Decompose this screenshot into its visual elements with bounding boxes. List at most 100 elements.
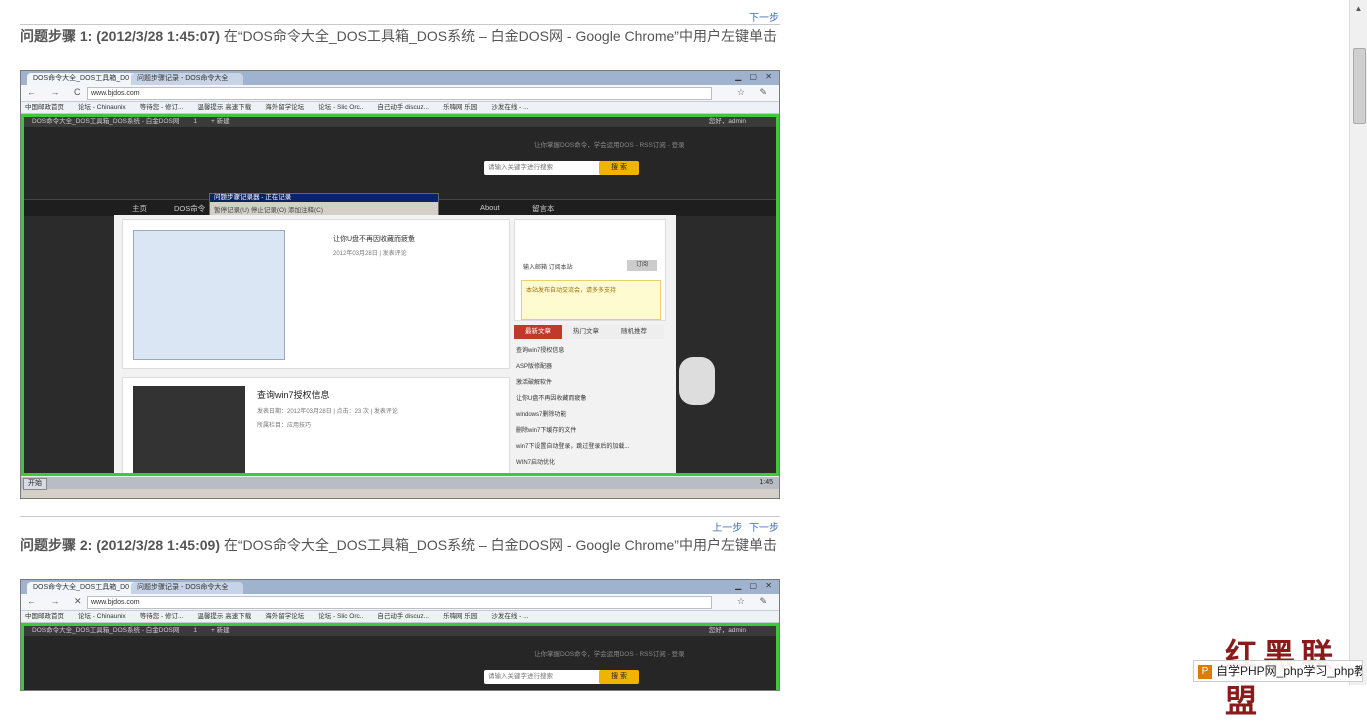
step-2-screenshot[interactable]: DOS命令大全_DOS工具箱_D0 × 问题步骤记录 - DOS命令大全 ▁ ▢… bbox=[20, 579, 780, 691]
step-2-title: 问题步骤 2: (2012/3/28 1:45:09) 在“DOS命令大全_DO… bbox=[20, 536, 782, 555]
url-field[interactable]: www.bjdos.com bbox=[87, 596, 712, 609]
scroll-up-icon[interactable]: ▲ bbox=[1352, 2, 1365, 15]
bookmark-item[interactable]: 海外留学论坛 bbox=[265, 613, 304, 620]
subscribe-label: 输入邮箱 订阅本站 bbox=[523, 265, 573, 271]
bookmark-item[interactable]: 等待您 - 修订... bbox=[140, 104, 184, 111]
menu-guestbook[interactable]: 留言本 bbox=[532, 203, 555, 214]
bookmark-item[interactable]: 海外留学论坛 bbox=[265, 104, 304, 111]
list-item[interactable]: ASP版修配器 bbox=[516, 359, 662, 375]
separator-1 bbox=[20, 24, 780, 25]
browser-tab-active[interactable]: DOS命令大全_DOS工具箱_D0 × bbox=[27, 582, 139, 594]
list-item[interactable]: 让你U盘不再因收藏而疲惫 bbox=[516, 391, 662, 407]
sidebar-tabs: 最新文章 热门文章 随机推荐 bbox=[514, 325, 664, 339]
post-card-1: 让你U盘不再因收藏而疲惫 2012年03月28日 | 发表评论 bbox=[122, 219, 510, 369]
site-content: 让你U盘不再因收藏而疲惫 2012年03月28日 | 发表评论 查询win7授权… bbox=[114, 215, 676, 473]
recorder-title: 问题步骤记录器 - 正在记录 bbox=[210, 194, 438, 202]
bookmark-item[interactable]: 乐嗨网 乐园 bbox=[443, 613, 477, 620]
php-site-badge[interactable]: P 自学PHP网_php学习_php教程 bbox=[1193, 660, 1363, 682]
vertical-scrollbar[interactable]: ▲ ▼ bbox=[1349, 0, 1367, 685]
list-item[interactable]: windows7删除功能 bbox=[516, 407, 662, 423]
browser-tabbar: DOS命令大全_DOS工具箱_D0 × 问题步骤记录 - DOS命令大全 ▁ ▢… bbox=[21, 580, 779, 594]
star-wrench-icon[interactable]: ☆ ✎ bbox=[737, 87, 773, 98]
bookmarks-bar: 中国邮政首页 论坛 - Chinaunix 等待您 - 修订... 温馨提示 高速下载… bbox=[21, 611, 779, 623]
browser-tab-recorder[interactable]: 问题步骤记录 - DOS命令大全 bbox=[131, 73, 243, 85]
sidebar-subscribe: 输入邮箱 订阅本站 订阅 本站发布自动交流会，请多多支持 bbox=[514, 219, 666, 321]
list-item[interactable]: WIN7启动优化 bbox=[516, 455, 662, 471]
step-1-description: 在“DOS命令大全_DOS工具箱_DOS系统 – 白金DOS网 - Google… bbox=[219, 28, 777, 44]
bookmark-item[interactable]: 自己动手 discuz... bbox=[377, 613, 429, 620]
browser-tab-recorder[interactable]: 问题步骤记录 - DOS命令大全 bbox=[131, 582, 243, 594]
bookmark-item[interactable]: 论坛 - Chinaunix bbox=[78, 104, 126, 111]
browser-tab-active[interactable]: DOS命令大全_DOS工具箱_D0 × bbox=[27, 73, 139, 85]
window-controls[interactable]: ▁ ▢ ✕ bbox=[735, 581, 775, 590]
step-1-label: 问题步骤 1: (2012/3/28 1:45:07) bbox=[20, 28, 220, 44]
post-1-title[interactable]: 让你U盘不再因收藏而疲惫 bbox=[333, 234, 415, 244]
window-controls[interactable]: ▁ ▢ ✕ bbox=[735, 72, 775, 81]
menu-dos[interactable]: DOS命令 bbox=[174, 203, 205, 214]
tab-latest[interactable]: 最新文章 bbox=[514, 325, 562, 339]
tab-hot[interactable]: 热门文章 bbox=[562, 325, 610, 339]
next-step-link[interactable]: 下一步 bbox=[749, 13, 779, 24]
tab-random[interactable]: 随机推荐 bbox=[610, 325, 658, 339]
web-page-area: DOS命令大全_DOS工具箱_DOS系统 - 白金DOS网 1 + 新建 您好，adm… bbox=[21, 623, 779, 690]
list-item[interactable]: win7下设置自动登录，跳过登录后的加载... bbox=[516, 439, 662, 455]
next-step-link[interactable]: 下一步 bbox=[749, 523, 779, 534]
site-header bbox=[24, 636, 776, 690]
php-badge-label: 自学PHP网_php学习_php教程 bbox=[1216, 664, 1363, 678]
bookmark-item[interactable]: 论坛 - Chinaunix bbox=[78, 613, 126, 620]
prev-step-link[interactable]: 上一步 bbox=[712, 523, 742, 534]
site-search-button[interactable]: 搜 索 bbox=[599, 670, 639, 684]
bookmarks-bar: 中国邮政首页 论坛 - Chinaunix 等待您 - 修订... 温馨提示 高速下载… bbox=[21, 102, 779, 114]
post-2-category: 所属栏目：应用技巧 bbox=[257, 423, 312, 429]
bookmark-item[interactable]: 沙发在线 - ... bbox=[491, 104, 528, 111]
wp-user[interactable]: 您好，admin bbox=[709, 626, 746, 636]
steps-recorder-window[interactable]: 问题步骤记录器 - 正在记录 暂停记录(U) 停止记录(O) 添加注释(C) bbox=[209, 193, 439, 217]
wp-comments[interactable]: 1 bbox=[193, 118, 197, 125]
wp-new[interactable]: + 新建 bbox=[211, 627, 230, 634]
step-2-label: 问题步骤 2: (2012/3/28 1:45:09) bbox=[20, 537, 220, 553]
scroll-thumb[interactable] bbox=[1353, 48, 1366, 124]
notice-box: 本站发布自动交流会，请多多支持 bbox=[521, 280, 661, 320]
bookmark-item[interactable]: 论坛 - Slic Orc.. bbox=[318, 104, 363, 111]
bookmark-item[interactable]: 自己动手 discuz... bbox=[377, 104, 429, 111]
recorder-buttons[interactable]: 暂停记录(U) 停止记录(O) 添加注释(C) bbox=[210, 202, 438, 216]
windows-taskbar: 开始 1:45 bbox=[21, 476, 779, 490]
bookmark-item[interactable]: 论坛 - Slic Orc.. bbox=[318, 613, 363, 620]
address-bar-row: ← → C ⌂ www.bjdos.com ☆ ✎ bbox=[21, 85, 779, 102]
bookmark-item[interactable]: 温馨提示 高速下载 bbox=[197, 613, 251, 620]
menu-about[interactable]: About bbox=[480, 203, 500, 212]
start-button[interactable]: 开始 bbox=[23, 478, 47, 490]
address-bar-row: ← → ✕ ⌂ www.bjdos.com ☆ ✎ bbox=[21, 594, 779, 611]
step-1-screenshot[interactable]: DOS命令大全_DOS工具箱_D0 × 问题步骤记录 - DOS命令大全 ▁ ▢… bbox=[20, 70, 780, 499]
bookmark-item[interactable]: 沙发在线 - ... bbox=[491, 613, 528, 620]
step-1-title: 问题步骤 1: (2012/3/28 1:45:07) 在“DOS命令大全_DO… bbox=[20, 27, 782, 46]
step-2-description: 在“DOS命令大全_DOS工具箱_DOS系统 – 白金DOS网 - Google… bbox=[219, 537, 777, 553]
step-1-nav: 下一步 bbox=[745, 9, 779, 24]
bookmark-item[interactable]: 乐嗨网 乐园 bbox=[443, 104, 477, 111]
wp-site-name[interactable]: DOS命令大全_DOS工具箱_DOS系统 - 白金DOS网 bbox=[32, 627, 179, 634]
url-field[interactable]: www.bjdos.com bbox=[87, 87, 712, 100]
menu-home[interactable]: 主页 bbox=[132, 203, 147, 214]
bookmark-item[interactable]: 等待您 - 修订... bbox=[140, 613, 184, 620]
list-item[interactable]: 查询win7授权信息 bbox=[516, 343, 662, 359]
wp-new[interactable]: + 新建 bbox=[211, 118, 230, 125]
bookmark-item[interactable]: 中国邮政首页 bbox=[25, 613, 64, 620]
sidebar-article-list: 查询win7授权信息 ASP版修配器 激活破解软件 让你U盘不再因收藏而疲惫 w… bbox=[516, 343, 662, 471]
site-search-button[interactable]: 搜 索 bbox=[599, 161, 639, 175]
list-item[interactable]: 删除win7下缓存的文件 bbox=[516, 423, 662, 439]
php-logo-icon: P bbox=[1198, 664, 1212, 679]
list-item[interactable]: 激活破解软件 bbox=[516, 375, 662, 391]
subscribe-button[interactable]: 订阅 bbox=[627, 260, 657, 271]
star-wrench-icon[interactable]: ☆ ✎ bbox=[737, 596, 773, 607]
wp-user[interactable]: 您好，admin bbox=[709, 117, 746, 127]
post-2-image bbox=[133, 386, 245, 473]
post-2-title[interactable]: 查询win7授权信息 bbox=[257, 388, 330, 401]
wp-comments[interactable]: 1 bbox=[193, 627, 197, 634]
post-card-2: 查询win7授权信息 发表日期：2012年03月28日 | 点击：23 次 | … bbox=[122, 377, 510, 473]
mascot-icon bbox=[679, 357, 715, 405]
wp-site-name[interactable]: DOS命令大全_DOS工具箱_DOS系统 - 白金DOS网 bbox=[32, 118, 179, 125]
bookmark-item[interactable]: 中国邮政首页 bbox=[25, 104, 64, 111]
taskbar-clock: 1:45 bbox=[759, 479, 773, 486]
wp-admin-bar: DOS命令大全_DOS工具箱_DOS系统 - 白金DOS网 1 + 新建 您好，adm… bbox=[24, 117, 776, 127]
bookmark-item[interactable]: 温馨提示 高速下载 bbox=[197, 104, 251, 111]
